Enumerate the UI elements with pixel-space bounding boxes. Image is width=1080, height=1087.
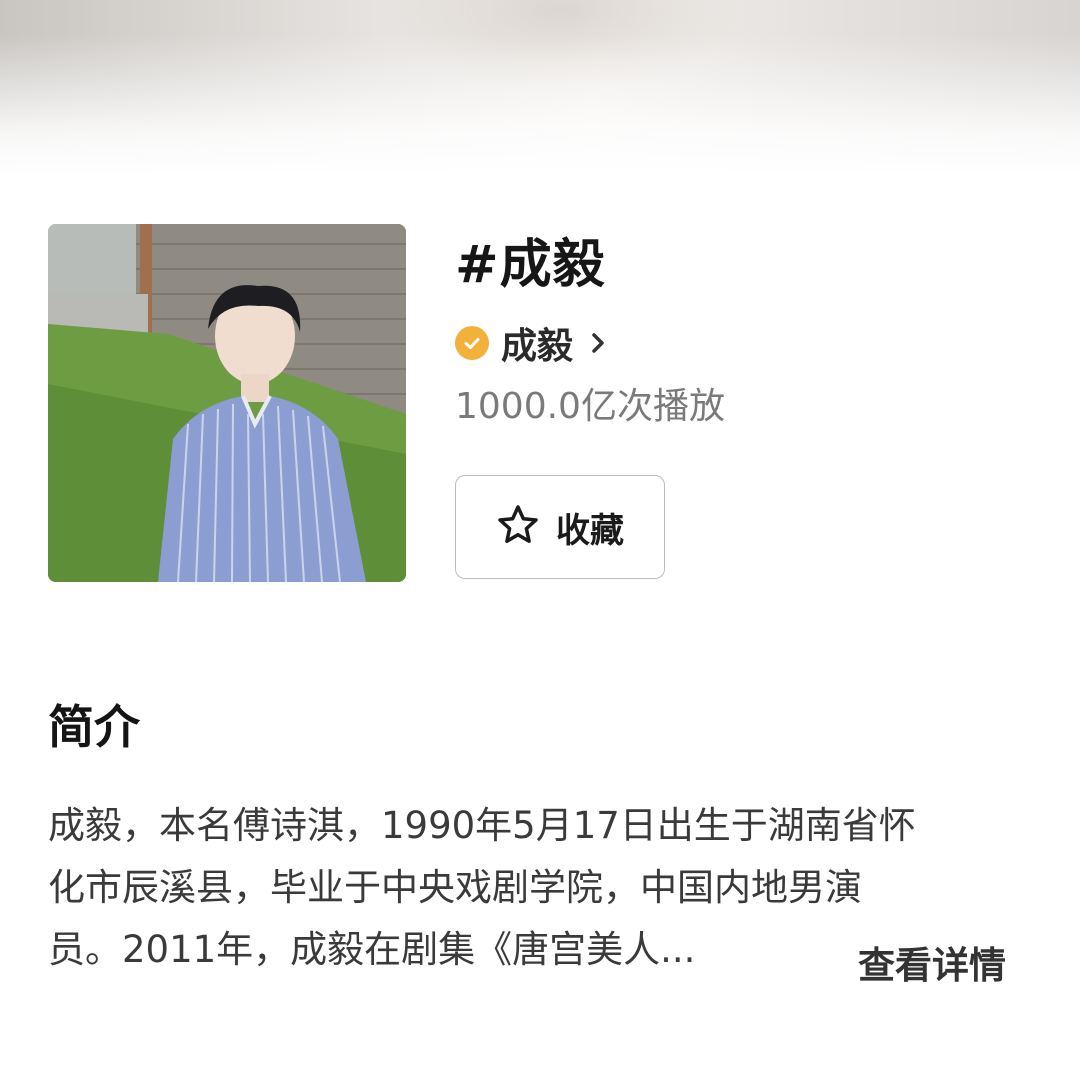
intro-line: 成毅，本名傅诗淇，1990年5月17日出生于湖南省怀 [48, 804, 916, 847]
topic-title: #成毅 [455, 235, 606, 295]
header-banner-image [0, 0, 1080, 175]
favorite-label: 收藏 [556, 510, 624, 551]
verified-check-icon [455, 326, 489, 360]
creator-link[interactable]: 成毅 [455, 318, 609, 368]
chevron-right-icon [589, 326, 609, 360]
favorite-button[interactable]: 收藏 [455, 475, 665, 579]
star-outline-icon [496, 503, 540, 551]
intro-heading: 简介 [48, 700, 140, 754]
intro-line: 化市辰溪县，毕业于中央戏剧学院，中国内地男演 [48, 866, 862, 909]
play-count: 1000.0亿次播放 [455, 386, 725, 427]
topic-cover-image[interactable] [48, 224, 406, 582]
creator-name: 成毅 [501, 326, 574, 367]
view-details-link[interactable]: 查看详情 [858, 935, 1006, 997]
